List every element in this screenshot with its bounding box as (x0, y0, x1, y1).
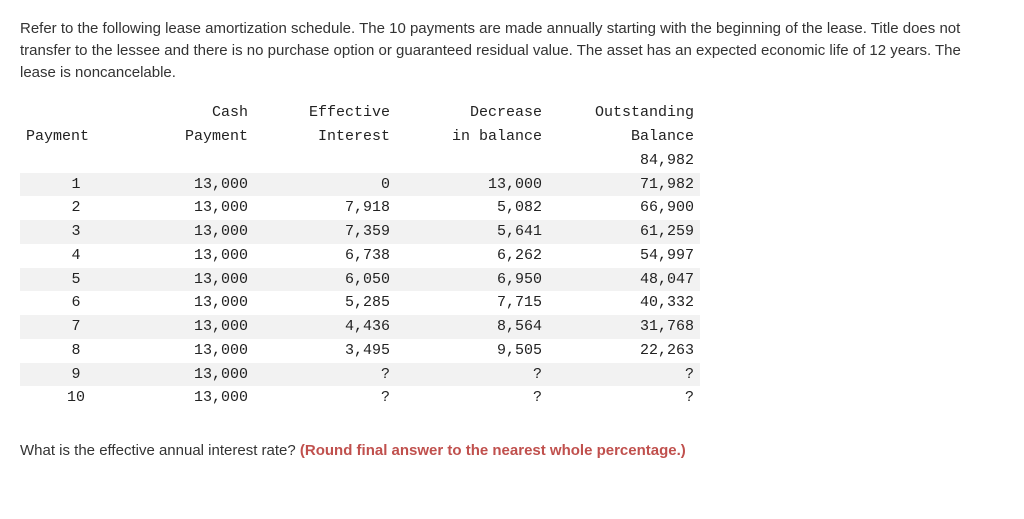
cell-bal: ? (548, 386, 700, 410)
cell-int: ? (254, 363, 396, 387)
initial-balance: 84,982 (548, 149, 700, 173)
col-cash-top: Cash (132, 101, 254, 125)
cell-int: 7,359 (254, 220, 396, 244)
cell-cash: 13,000 (132, 268, 254, 292)
cell-n: 3 (20, 220, 132, 244)
cell-bal: 71,982 (548, 173, 700, 197)
cell-dec: 9,505 (396, 339, 548, 363)
table-row: 8 13,000 3,495 9,505 22,263 (20, 339, 700, 363)
col-payment: Payment (20, 125, 132, 149)
cell-n: 5 (20, 268, 132, 292)
header-row-top: Cash Effective Decrease Outstanding (20, 101, 700, 125)
col-dec-top: Decrease (396, 101, 548, 125)
col-dec-bot: in balance (396, 125, 548, 149)
cell-int: 7,918 (254, 196, 396, 220)
question-line: What is the effective annual interest ra… (20, 440, 1004, 462)
cell-cash: 13,000 (132, 363, 254, 387)
cell-int: 6,738 (254, 244, 396, 268)
table-row: 3 13,000 7,359 5,641 61,259 (20, 220, 700, 244)
cell-int: ? (254, 386, 396, 410)
cell-dec: 7,715 (396, 291, 548, 315)
cell-bal: 54,997 (548, 244, 700, 268)
cell-int: 3,495 (254, 339, 396, 363)
table-row: 10 13,000 ? ? ? (20, 386, 700, 410)
cell-dec: 6,950 (396, 268, 548, 292)
intro-text: Refer to the following lease amortizatio… (20, 18, 1000, 83)
cell-n: 2 (20, 196, 132, 220)
cell-bal: 66,900 (548, 196, 700, 220)
cell-int: 0 (254, 173, 396, 197)
header-row-bot: Payment Payment Interest in balance Bala… (20, 125, 700, 149)
cell-cash: 13,000 (132, 339, 254, 363)
cell-cash: 13,000 (132, 220, 254, 244)
cell-bal: 22,263 (548, 339, 700, 363)
cell-dec: 8,564 (396, 315, 548, 339)
col-int-top: Effective (254, 101, 396, 125)
amortization-table: Cash Effective Decrease Outstanding Paym… (20, 101, 700, 410)
cell-bal: 48,047 (548, 268, 700, 292)
cell-cash: 13,000 (132, 244, 254, 268)
cell-n: 1 (20, 173, 132, 197)
initial-row: 84,982 (20, 149, 700, 173)
table-row: 7 13,000 4,436 8,564 31,768 (20, 315, 700, 339)
cell-n: 7 (20, 315, 132, 339)
table-row: 2 13,000 7,918 5,082 66,900 (20, 196, 700, 220)
cell-int: 6,050 (254, 268, 396, 292)
table-row: 5 13,000 6,050 6,950 48,047 (20, 268, 700, 292)
question-text: What is the effective annual interest ra… (20, 442, 296, 459)
col-bal-top: Outstanding (548, 101, 700, 125)
cell-n: 10 (20, 386, 132, 410)
table-row: 9 13,000 ? ? ? (20, 363, 700, 387)
cell-int: 5,285 (254, 291, 396, 315)
cell-int: 4,436 (254, 315, 396, 339)
cell-dec: 13,000 (396, 173, 548, 197)
cell-dec: 6,262 (396, 244, 548, 268)
col-int-bot: Interest (254, 125, 396, 149)
cell-dec: ? (396, 386, 548, 410)
cell-cash: 13,000 (132, 386, 254, 410)
cell-n: 6 (20, 291, 132, 315)
cell-dec: 5,641 (396, 220, 548, 244)
cell-bal: ? (548, 363, 700, 387)
cell-n: 4 (20, 244, 132, 268)
cell-cash: 13,000 (132, 173, 254, 197)
cell-n: 8 (20, 339, 132, 363)
cell-dec: ? (396, 363, 548, 387)
col-bal-bot: Balance (548, 125, 700, 149)
cell-cash: 13,000 (132, 315, 254, 339)
question-hint: (Round final answer to the nearest whole… (300, 442, 686, 459)
cell-cash: 13,000 (132, 291, 254, 315)
cell-n: 9 (20, 363, 132, 387)
table-row: 6 13,000 5,285 7,715 40,332 (20, 291, 700, 315)
cell-dec: 5,082 (396, 196, 548, 220)
cell-bal: 61,259 (548, 220, 700, 244)
table-row: 1 13,000 0 13,000 71,982 (20, 173, 700, 197)
cell-bal: 31,768 (548, 315, 700, 339)
col-cash-bot: Payment (132, 125, 254, 149)
cell-bal: 40,332 (548, 291, 700, 315)
table-row: 4 13,000 6,738 6,262 54,997 (20, 244, 700, 268)
cell-cash: 13,000 (132, 196, 254, 220)
